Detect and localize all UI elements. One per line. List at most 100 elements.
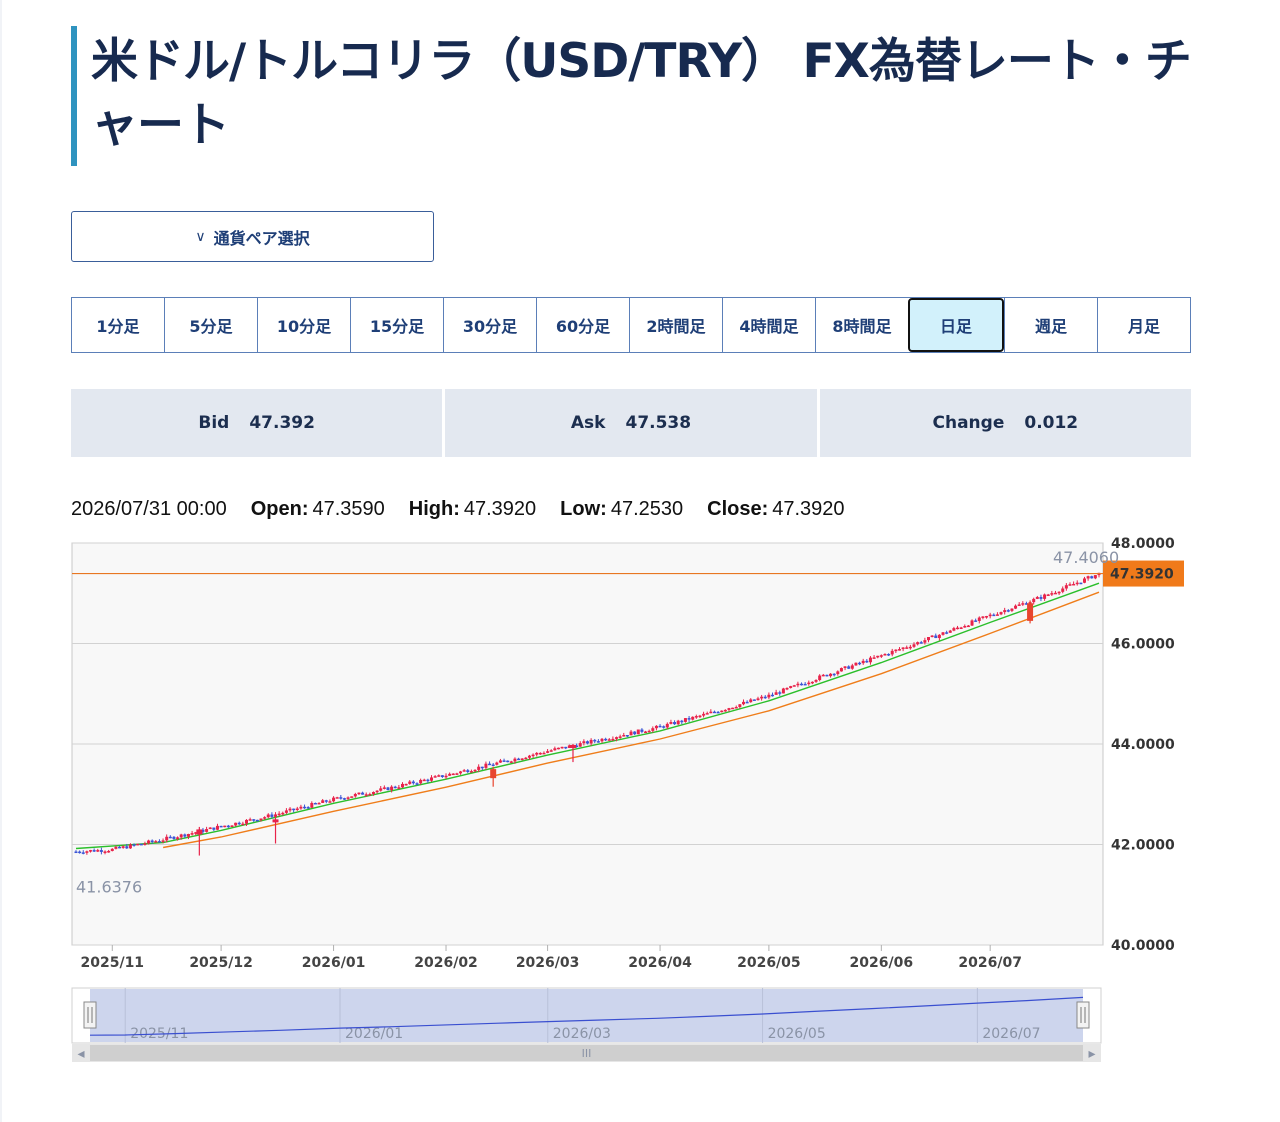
candle-body xyxy=(723,709,727,712)
candle-body xyxy=(157,841,161,843)
candle-body xyxy=(400,783,404,788)
candle-body xyxy=(636,729,640,735)
candle-body xyxy=(625,735,629,737)
candle-body xyxy=(509,761,513,763)
candle-body xyxy=(865,660,869,663)
navigator-left-handle[interactable] xyxy=(83,1001,97,1029)
candle-body xyxy=(422,779,426,782)
candle-body xyxy=(1068,584,1072,586)
candle-body xyxy=(683,718,687,722)
x-tick-label: 2025/12 xyxy=(189,955,253,971)
candle-body xyxy=(226,825,230,828)
candle-body xyxy=(883,653,887,656)
candle-body xyxy=(673,722,677,725)
candle-body xyxy=(477,766,481,770)
candle-body xyxy=(1017,604,1021,606)
candle-body xyxy=(716,711,720,714)
candle-body xyxy=(132,844,136,846)
x-tick-label: 2025/11 xyxy=(80,955,144,971)
candle-body xyxy=(542,752,546,755)
candle-body xyxy=(386,787,390,791)
candle-body xyxy=(1050,593,1054,595)
candle-body xyxy=(382,787,386,789)
candle-body xyxy=(520,758,524,760)
candle-body xyxy=(252,819,256,821)
price-chart[interactable]: 40.0000 42.0000 44.0000 46.0000 48.0000 2025/… xyxy=(0,0,1280,1122)
candle-body xyxy=(469,771,473,773)
candle-body xyxy=(186,833,190,837)
candle-body xyxy=(945,632,949,634)
navigator-tick-label: 2026/01 xyxy=(345,1026,403,1042)
y-tick-label: 48.0000 xyxy=(1111,536,1175,552)
candle-body xyxy=(208,827,212,830)
candle-body xyxy=(99,850,103,852)
candle-body xyxy=(861,660,865,664)
candle-body xyxy=(350,796,354,798)
y-tick-label: 40.0000 xyxy=(1111,938,1175,954)
scroll-right-arrow-icon[interactable]: ▸ xyxy=(1088,1046,1095,1062)
candle-body xyxy=(734,706,738,709)
candle-body xyxy=(448,773,452,776)
candle-body xyxy=(923,640,927,643)
candle-body xyxy=(941,632,945,635)
candle-body xyxy=(259,818,263,821)
candle-body xyxy=(498,760,502,763)
candle-body xyxy=(89,850,93,852)
candle-body xyxy=(977,617,981,621)
candle-body xyxy=(480,766,484,769)
candle-body xyxy=(1039,597,1043,599)
x-tick-label: 2026/05 xyxy=(737,955,801,971)
candle-body xyxy=(205,829,209,832)
candle-body xyxy=(78,851,82,854)
candle-body xyxy=(596,741,600,743)
candle-body xyxy=(974,620,978,622)
candle-body xyxy=(288,808,292,811)
candle-body xyxy=(96,850,100,852)
candle-body xyxy=(745,701,749,704)
candle-body xyxy=(361,792,365,795)
candle-body xyxy=(415,783,419,785)
candle-body xyxy=(346,797,350,799)
candle-body xyxy=(375,790,379,793)
navigator-right-handle[interactable] xyxy=(1076,1001,1090,1029)
candle-body xyxy=(168,836,172,839)
candle-body xyxy=(687,718,691,720)
candle-body xyxy=(756,698,760,701)
candle-body xyxy=(970,620,974,626)
candle-body xyxy=(615,737,619,739)
candle-body xyxy=(1006,610,1010,612)
scroll-left-arrow-icon[interactable]: ◂ xyxy=(77,1046,84,1062)
candle-body xyxy=(868,657,872,663)
candle-body xyxy=(600,738,604,742)
candle-body xyxy=(136,843,140,846)
notable-candle-body xyxy=(490,769,497,779)
candle-body xyxy=(121,846,125,848)
candle-body xyxy=(139,843,143,846)
candle-body xyxy=(328,801,332,803)
candle-body xyxy=(731,707,735,710)
candle-body xyxy=(916,642,920,645)
candle-body xyxy=(74,851,78,854)
candle-body xyxy=(843,666,847,669)
candle-body xyxy=(564,746,568,749)
candle-body xyxy=(854,662,858,666)
candle-body xyxy=(103,851,107,853)
candle-body xyxy=(727,708,731,710)
candle-body xyxy=(647,730,651,733)
candle-body xyxy=(1003,610,1007,613)
candle-body xyxy=(676,720,680,725)
candle-body xyxy=(411,781,415,784)
candle-body xyxy=(1082,578,1086,583)
max-price-label: 47.4060 xyxy=(1053,548,1119,567)
candle-body xyxy=(419,779,423,784)
candle-body xyxy=(190,833,194,835)
candle-body xyxy=(578,743,582,747)
candle-body xyxy=(299,806,303,809)
candle-body xyxy=(749,699,753,703)
candle-body xyxy=(818,675,822,681)
candle-body xyxy=(215,825,219,830)
candle-body xyxy=(800,683,804,686)
candle-body xyxy=(125,846,129,849)
candle-body xyxy=(444,775,448,778)
candle-body xyxy=(702,713,706,716)
